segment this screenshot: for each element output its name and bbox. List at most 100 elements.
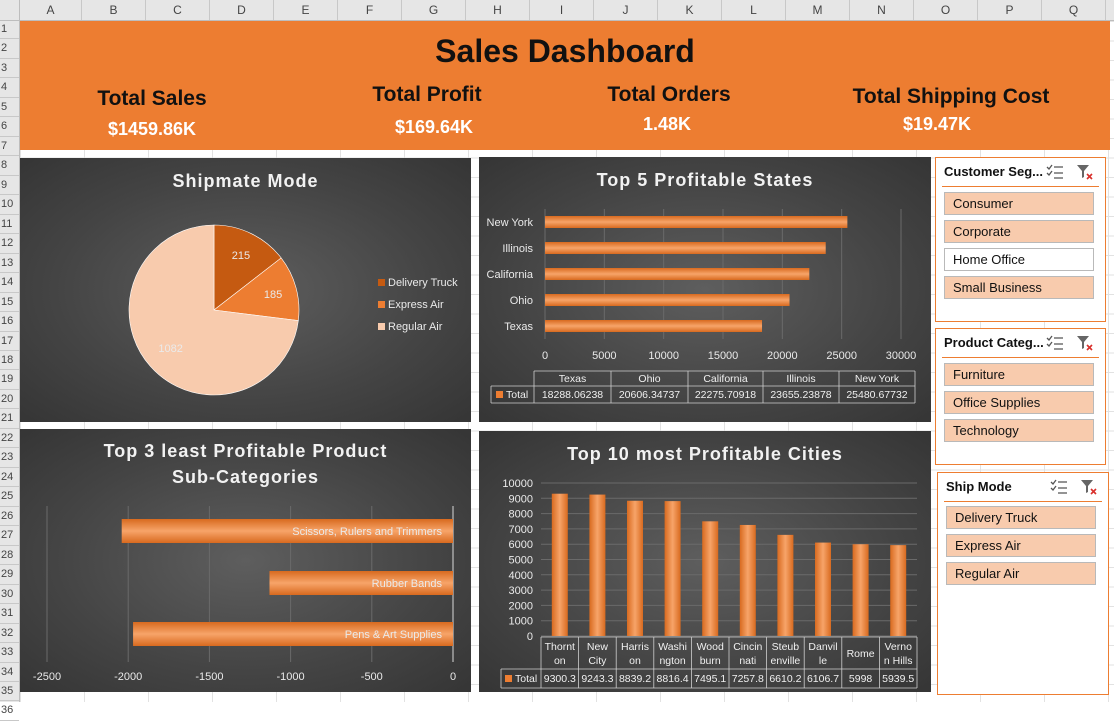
multi-select-icon[interactable] <box>1046 335 1064 351</box>
bar-city <box>702 521 719 636</box>
clear-filter-icon[interactable] <box>1076 335 1094 351</box>
slicer-item-home-office[interactable]: Home Office <box>944 248 1094 271</box>
top-states-chart[interactable]: Top 5 Profitable States 0 5000 10000 15000 2… <box>479 157 931 422</box>
row-header-17[interactable]: 17 <box>0 332 19 351</box>
pie-data-label: 185 <box>264 289 282 301</box>
row-header-14[interactable]: 14 <box>0 273 19 293</box>
slicer-item-technology[interactable]: Technology <box>944 419 1094 442</box>
column-header-f[interactable]: F <box>338 0 402 20</box>
row-header-27[interactable]: 27 <box>0 526 19 546</box>
slicer-item-corporate[interactable]: Corporate <box>944 220 1094 243</box>
row-header-5[interactable]: 5 <box>0 98 19 118</box>
row-header-6[interactable]: 6 <box>0 117 19 137</box>
row-header-20[interactable]: 20 <box>0 390 19 410</box>
column-header-g[interactable]: G <box>402 0 466 20</box>
row-header-21[interactable]: 21 <box>0 409 19 429</box>
row-header-24[interactable]: 24 <box>0 468 19 488</box>
row-header-16[interactable]: 16 <box>0 312 19 332</box>
slicer-item-regular-air[interactable]: Regular Air <box>946 562 1096 585</box>
row-header-7[interactable]: 7 <box>0 137 19 157</box>
column-header-a[interactable]: A <box>20 0 82 20</box>
top-cities-chart[interactable]: Top 10 most Profitable Cities 0 1000 2000 3… <box>479 431 931 692</box>
row-header-35[interactable]: 35 <box>0 682 19 702</box>
column-header-e[interactable]: E <box>274 0 338 20</box>
table-header: burn <box>700 655 721 667</box>
slicer-item-delivery-truck[interactable]: Delivery Truck <box>946 506 1096 529</box>
least-profitable-subcategories-chart[interactable]: Top 3 least Profitable Product Sub-Categ… <box>20 429 471 692</box>
column-header-o[interactable]: O <box>914 0 978 20</box>
row-header-34[interactable]: 34 <box>0 663 19 682</box>
row-header-12[interactable]: 12 <box>0 234 19 254</box>
column-header-c[interactable]: C <box>146 0 210 20</box>
pie-plot: 215 185 1082 Delivery Truck Express Air Regul… <box>128 224 458 396</box>
column-header-i[interactable]: I <box>530 0 594 20</box>
table-value: 5998 <box>849 673 873 685</box>
row-header-4[interactable]: 4 <box>0 78 19 98</box>
y-tick-label: New York <box>487 217 534 229</box>
slicer-item-small-business[interactable]: Small Business <box>944 276 1094 299</box>
row-header-18[interactable]: 18 <box>0 351 19 371</box>
row-header-26[interactable]: 26 <box>0 507 19 527</box>
legend-label: Regular Air <box>388 321 443 333</box>
row-header-8[interactable]: 8 <box>0 156 19 176</box>
shipmode-pie-chart[interactable]: Shipmate Mode 215 185 1082 Delivery Truck Ex… <box>20 158 471 422</box>
clear-filter-icon[interactable] <box>1076 164 1094 180</box>
row-header-23[interactable]: 23 <box>0 448 19 468</box>
row-header-25[interactable]: 25 <box>0 487 19 507</box>
slicer-item-consumer[interactable]: Consumer <box>944 192 1094 215</box>
row-header-19[interactable]: 19 <box>0 370 19 390</box>
ship-mode-slicer[interactable]: Ship Mode Delivery Truck Express Air Reg… <box>937 472 1109 695</box>
row-header-10[interactable]: 10 <box>0 195 19 215</box>
slicer-item-furniture[interactable]: Furniture <box>944 363 1094 386</box>
multi-select-icon[interactable] <box>1050 479 1068 495</box>
multi-select-icon[interactable] <box>1046 164 1064 180</box>
y-tick-label: 2000 <box>509 600 533 612</box>
customer-segment-slicer[interactable]: Customer Seg... Consumer Corporate Home … <box>935 157 1106 322</box>
column-header-j[interactable]: J <box>594 0 658 20</box>
slicer-title: Customer Seg... <box>944 164 1043 179</box>
slicer-item-express-air[interactable]: Express Air <box>946 534 1096 557</box>
pie-data-label: 1082 <box>158 343 182 355</box>
row-header-2[interactable]: 2 <box>0 39 19 59</box>
column-header-h[interactable]: H <box>466 0 530 20</box>
row-header-15[interactable]: 15 <box>0 293 19 313</box>
bar-new-york <box>545 216 848 228</box>
row-header-33[interactable]: 33 <box>0 643 19 663</box>
product-category-slicer[interactable]: Product Categ... Furniture Office Suppli… <box>935 328 1106 465</box>
row-headers: 1 2 3 4 5 6 7 8 9 10 11 12 13 14 15 16 17 18 19 20 21 22 23 24 2… <box>0 20 20 721</box>
row-header-29[interactable]: 29 <box>0 565 19 585</box>
row-header-36[interactable]: 36 <box>0 701 19 721</box>
bar-ohio <box>545 294 790 306</box>
row-header-9[interactable]: 9 <box>0 176 19 196</box>
column-header-d[interactable]: D <box>210 0 274 20</box>
table-header: Wood <box>697 641 724 653</box>
column-header-p[interactable]: P <box>978 0 1042 20</box>
row-header-28[interactable]: 28 <box>0 546 19 566</box>
column-header-q[interactable]: Q <box>1042 0 1106 20</box>
column-header-m[interactable]: M <box>786 0 850 20</box>
column-headers: ABCDEFGHIJKLMNOPQ <box>0 0 1114 21</box>
table-header: Cincin <box>733 641 762 653</box>
clear-filter-icon[interactable] <box>1080 479 1098 495</box>
bar-city <box>589 494 606 636</box>
row-header-22[interactable]: 22 <box>0 429 19 449</box>
table-header: New <box>587 641 608 653</box>
row-header-30[interactable]: 30 <box>0 585 19 605</box>
row-header-1[interactable]: 1 <box>0 20 19 40</box>
column-header-l[interactable]: L <box>722 0 786 20</box>
row-header-32[interactable]: 32 <box>0 624 19 644</box>
select-all-corner[interactable] <box>0 0 20 21</box>
column-header-n[interactable]: N <box>850 0 914 20</box>
table-value: 7257.8 <box>732 673 764 685</box>
row-header-3[interactable]: 3 <box>0 59 19 79</box>
row-header-31[interactable]: 31 <box>0 604 19 624</box>
bar-city <box>815 542 831 636</box>
table-header: Texas <box>559 373 586 385</box>
column-header-k[interactable]: K <box>658 0 722 20</box>
bar-city <box>777 534 794 636</box>
column-header-b[interactable]: B <box>82 0 146 20</box>
table-series-label: Total <box>506 389 528 401</box>
row-header-13[interactable]: 13 <box>0 254 19 274</box>
row-header-11[interactable]: 11 <box>0 215 19 235</box>
slicer-item-office-supplies[interactable]: Office Supplies <box>944 391 1094 414</box>
